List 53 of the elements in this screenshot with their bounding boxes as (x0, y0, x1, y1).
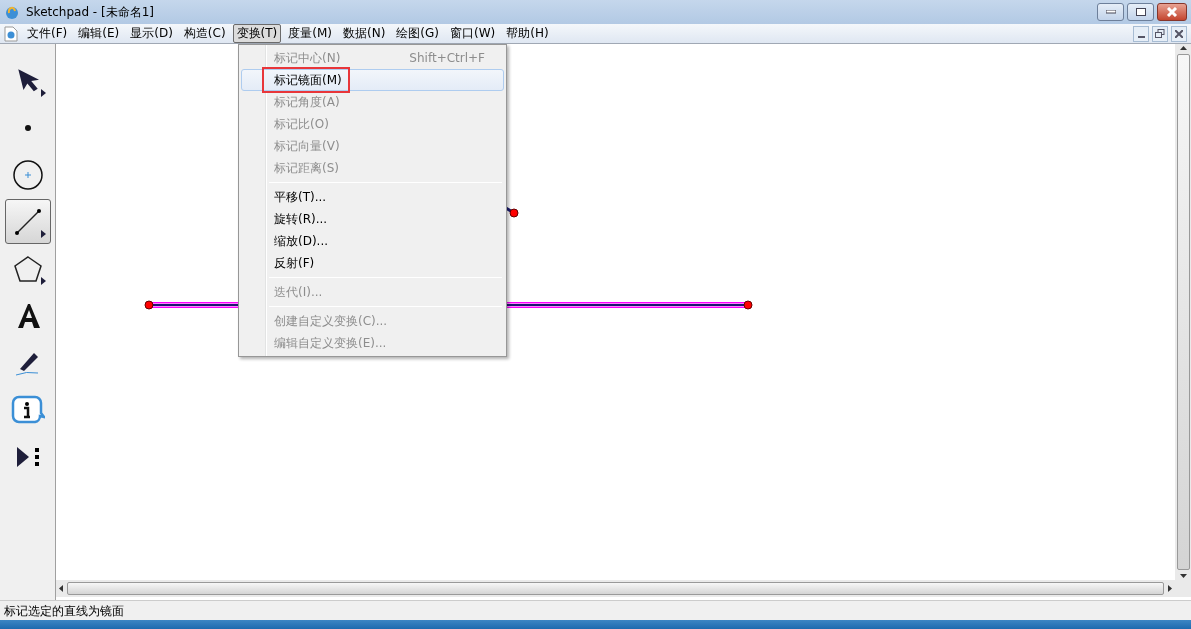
minimize-button[interactable] (1133, 25, 1149, 42)
scroll-right-icon[interactable] (1168, 585, 1172, 592)
window-title: Sketchpad - [未命名1] (26, 4, 154, 21)
restore-icon (1155, 28, 1165, 39)
close-button[interactable] (1171, 25, 1187, 42)
circle-icon (11, 158, 44, 191)
point[interactable] (743, 300, 753, 310)
menu-item[interactable]: 绘图(G) (392, 24, 443, 43)
menu-item[interactable]: 缩放(D)... (241, 230, 504, 252)
scroll-left-icon[interactable] (59, 585, 63, 592)
menu-item[interactable]: 旋转(R)... (241, 208, 504, 230)
submenu-caret-icon (40, 277, 46, 285)
menu-item[interactable]: 构造(C) (179, 24, 230, 43)
document-icon[interactable] (4, 25, 18, 42)
scroll-up-icon[interactable] (1179, 46, 1187, 50)
info-bubble-icon (10, 393, 45, 426)
menu-item[interactable]: 文件(F) (23, 24, 72, 43)
minimize-icon (1105, 10, 1116, 14)
line-segment-icon (13, 207, 42, 236)
submenu-caret-icon (40, 89, 46, 97)
maximize-button[interactable] (1127, 3, 1154, 21)
scroll-thumb[interactable] (67, 582, 1164, 595)
status-text: 标记选定的直线为镜面 (0, 600, 1191, 620)
submenu-caret-icon (40, 230, 46, 238)
point[interactable] (144, 300, 154, 310)
point-icon (23, 123, 32, 132)
menu-item[interactable]: 变换(T) (232, 24, 282, 43)
pentagon-icon (12, 253, 43, 284)
tool-button[interactable] (4, 199, 51, 244)
menu-item[interactable]: 显示(D) (126, 24, 177, 43)
menu-item[interactable]: 标记镜面(M) (241, 69, 504, 91)
close-icon (1166, 7, 1178, 17)
restore-button[interactable] (1152, 25, 1168, 42)
arrow-pointer-icon (16, 68, 39, 93)
app-logo-icon (4, 4, 20, 20)
scroll-down-icon[interactable] (1179, 574, 1187, 578)
minimize-icon (1137, 35, 1145, 38)
scroll-thumb[interactable] (1176, 54, 1190, 570)
menu-item[interactable]: 帮助(H) (502, 24, 553, 43)
shortcut-text: Shift+Ctrl+F (409, 50, 485, 67)
vertical-scrollbar[interactable] (1175, 44, 1191, 580)
close-button[interactable] (1157, 3, 1187, 21)
menu-item[interactable]: 数据(N) (339, 24, 390, 43)
menu-item[interactable]: 反射(F) (241, 252, 504, 274)
point[interactable] (509, 208, 519, 218)
menu-item[interactable]: 平移(T)... (241, 186, 504, 208)
close-icon (1175, 29, 1183, 38)
menu-item[interactable]: 编辑(E) (74, 24, 124, 43)
menu-item[interactable]: 窗口(W) (446, 24, 500, 43)
maximize-icon (1135, 8, 1146, 16)
horizontal-scrollbar[interactable] (56, 580, 1191, 597)
play-more-icon (14, 444, 41, 469)
menu-item[interactable]: 度量(M) (284, 24, 336, 43)
